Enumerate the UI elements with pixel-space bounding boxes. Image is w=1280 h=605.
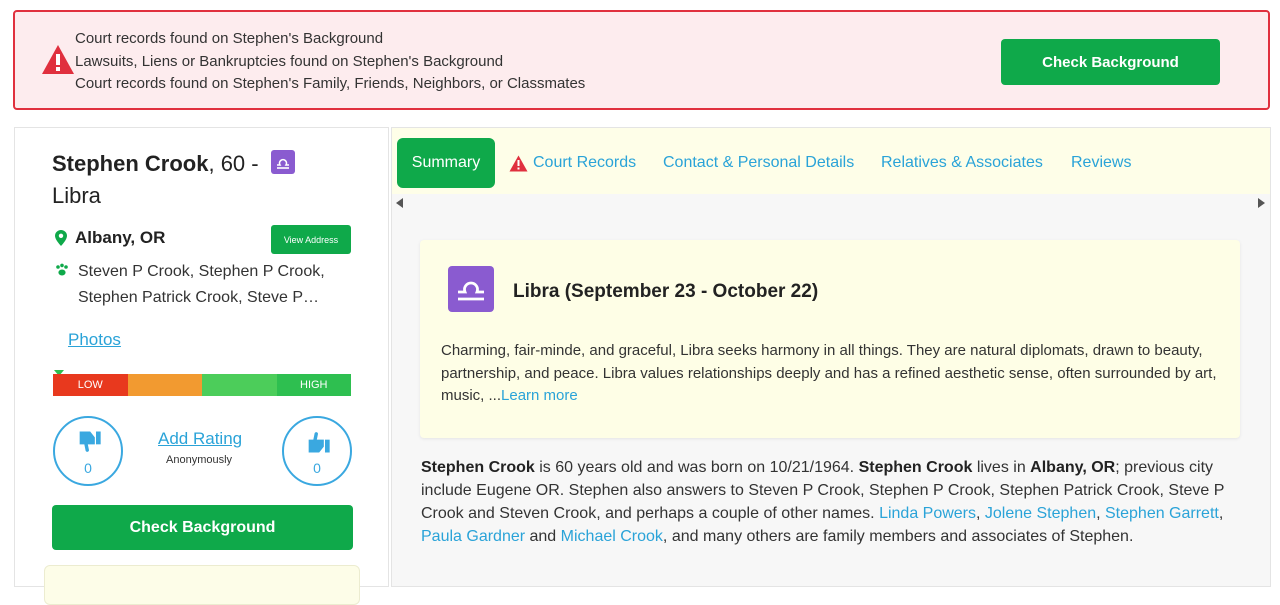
tab-bar: Summary Court Records Contact & Personal… bbox=[392, 128, 1270, 194]
alert-line: Lawsuits, Liens or Bankruptcies found on… bbox=[75, 52, 504, 70]
content-panel: Summary Court Records Contact & Personal… bbox=[391, 127, 1271, 587]
thumbs-down-button[interactable]: 0 bbox=[53, 416, 123, 486]
check-background-button[interactable]: Check Background bbox=[52, 505, 353, 550]
aliases: Steven P Crook, Stephen P Crook, Stephen… bbox=[55, 259, 355, 311]
relative-link[interactable]: Linda Powers bbox=[879, 505, 976, 522]
learn-more-link[interactable]: Learn more bbox=[501, 387, 578, 404]
thumbs-up-icon bbox=[308, 432, 330, 453]
zodiac-description: Charming, fair-minde, and graceful, Libr… bbox=[441, 340, 1231, 408]
profile-location: Albany, OR bbox=[55, 228, 165, 248]
bio-text: , bbox=[1096, 505, 1105, 522]
tab-court-records[interactable]: Court Records bbox=[509, 138, 636, 188]
alert-line: Court records found on Stephen's Family,… bbox=[75, 75, 586, 92]
bio-paragraph: Stephen Crook is 60 years old and was bo… bbox=[421, 456, 1241, 548]
like-count: 0 bbox=[313, 460, 321, 476]
aliases-text: Steven P Crook, Stephen P Crook, Stephen… bbox=[78, 263, 325, 306]
rating-low: LOW bbox=[53, 374, 128, 396]
rating-segment bbox=[202, 374, 277, 396]
relative-link[interactable]: Stephen Garrett bbox=[1105, 505, 1219, 522]
bio-text: and bbox=[525, 528, 561, 545]
location-pin-icon bbox=[55, 230, 67, 246]
location-text: Albany, OR bbox=[75, 228, 166, 247]
scroll-right-arrow[interactable] bbox=[1258, 198, 1265, 208]
thumbs-down-icon bbox=[79, 431, 101, 452]
relative-link[interactable]: Paula Gardner bbox=[421, 528, 525, 545]
bio-name: Stephen Crook bbox=[858, 459, 973, 476]
tab-relatives[interactable]: Relatives & Associates bbox=[881, 138, 1043, 188]
profile-name: Stephen Crook bbox=[52, 151, 209, 176]
libra-icon bbox=[448, 266, 494, 312]
alert-lines: Court records found on Stephen's Backgro… bbox=[75, 28, 585, 96]
zodiac-card: Libra (September 23 - October 22) Charmi… bbox=[420, 240, 1240, 438]
scroll-left-arrow[interactable] bbox=[396, 198, 403, 208]
rating-scale: LOW HIGH bbox=[53, 374, 351, 396]
rating-high: HIGH bbox=[276, 374, 351, 396]
dislike-count: 0 bbox=[84, 460, 92, 476]
tab-reviews[interactable]: Reviews bbox=[1071, 138, 1131, 188]
court-records-alert: Court records found on Stephen's Backgro… bbox=[13, 10, 1270, 110]
add-rating-link[interactable]: Add Rating bbox=[158, 429, 242, 449]
anonymously-label: Anonymously bbox=[166, 454, 233, 466]
bio-text: , bbox=[1218, 505, 1224, 522]
bio-text: , bbox=[976, 505, 985, 522]
paw-icon bbox=[56, 263, 68, 276]
relative-link[interactable]: Jolene Stephen bbox=[985, 505, 1096, 522]
bio-name: Stephen Crook bbox=[421, 459, 535, 476]
profile-age: , 60 - bbox=[208, 151, 259, 176]
rating-segment bbox=[127, 374, 202, 396]
zodiac-title: Libra (September 23 - October 22) bbox=[513, 281, 819, 302]
bio-text: lives in bbox=[972, 459, 1031, 476]
bio-text: , and many others are family members and… bbox=[662, 528, 1134, 545]
libra-icon bbox=[270, 150, 295, 174]
thumbs-up-button[interactable]: 0 bbox=[282, 416, 352, 486]
warning-triangle-icon bbox=[42, 45, 74, 74]
alert-check-background-button[interactable]: Check Background bbox=[1001, 39, 1220, 85]
alert-line: Court records found on Stephen's Backgro… bbox=[75, 30, 384, 47]
profile-heading: Stephen Crook, 60 - Libra bbox=[52, 148, 352, 212]
profile-sign: Libra bbox=[52, 183, 101, 208]
next-card bbox=[44, 565, 360, 605]
tab-summary[interactable]: Summary bbox=[397, 138, 495, 188]
bio-city: Albany, OR bbox=[1030, 459, 1116, 476]
tab-contact[interactable]: Contact & Personal Details bbox=[663, 138, 854, 188]
tab-court-records-label: Court Records bbox=[533, 154, 637, 171]
relative-link[interactable]: Michael Crook bbox=[561, 528, 663, 545]
view-address-button[interactable]: View Address bbox=[271, 225, 351, 254]
warning-icon bbox=[509, 155, 528, 171]
bio-text: is 60 years old and was born on 10/21/19… bbox=[534, 459, 859, 476]
profile-card: Stephen Crook, 60 - Libra Albany, OR Vie… bbox=[14, 127, 389, 605]
photos-link[interactable]: Photos bbox=[68, 330, 121, 350]
